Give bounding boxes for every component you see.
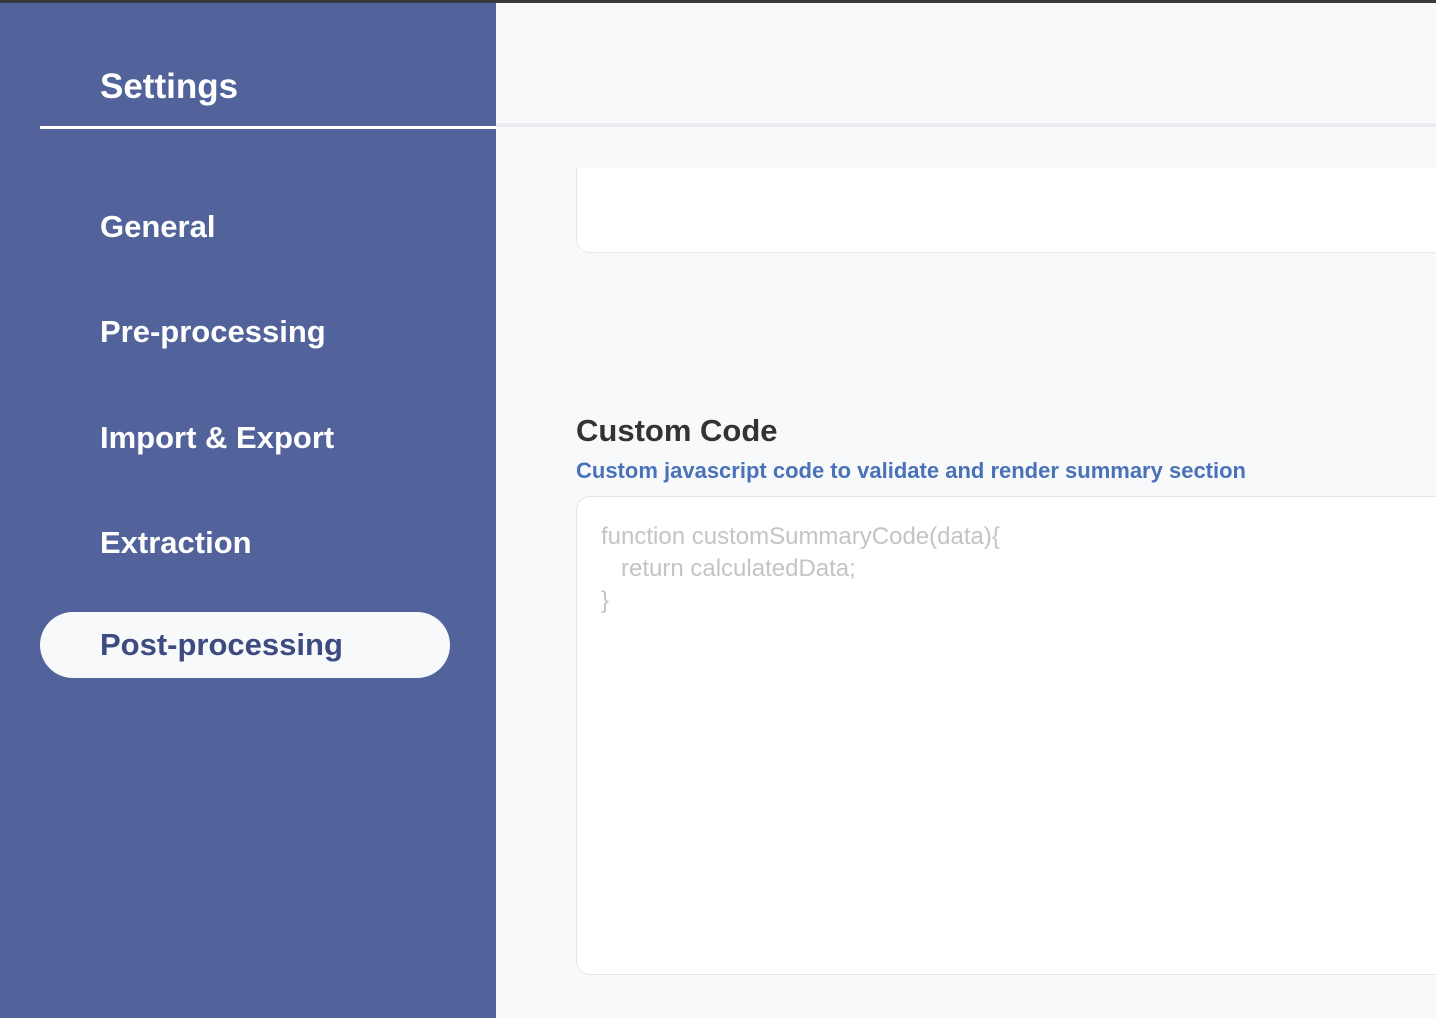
sidebar-item-pre-processing[interactable]: Pre-processing [40, 299, 450, 365]
custom-code-editor [576, 496, 1436, 975]
settings-card [576, 168, 1436, 253]
sidebar-item-general[interactable]: General [40, 194, 450, 260]
sidebar-item-label: Extraction [100, 525, 252, 560]
sidebar-item-label: Post-processing [100, 627, 343, 662]
custom-code-title: Custom Code [576, 413, 778, 448]
sidebar-item-import-export[interactable]: Import & Export [40, 405, 450, 471]
sidebar-item-label: Pre-processing [100, 314, 326, 349]
custom-code-description: Custom javascript code to validate and r… [576, 458, 1246, 483]
sidebar-item-label: General [100, 209, 216, 244]
sidebar-item-label: Import & Export [100, 420, 335, 455]
sidebar-title: Settings [100, 67, 239, 106]
sidebar: Settings General Pre-processing Import &… [0, 3, 496, 1018]
sidebar-item-post-processing[interactable]: Post-processing [40, 612, 450, 678]
settings-window: Settings General Pre-processing Import &… [0, 3, 1436, 1018]
sidebar-item-extraction[interactable]: Extraction [40, 510, 450, 576]
custom-code-input[interactable] [601, 521, 1436, 951]
sidebar-divider [40, 126, 496, 129]
header-divider [496, 123, 1436, 127]
